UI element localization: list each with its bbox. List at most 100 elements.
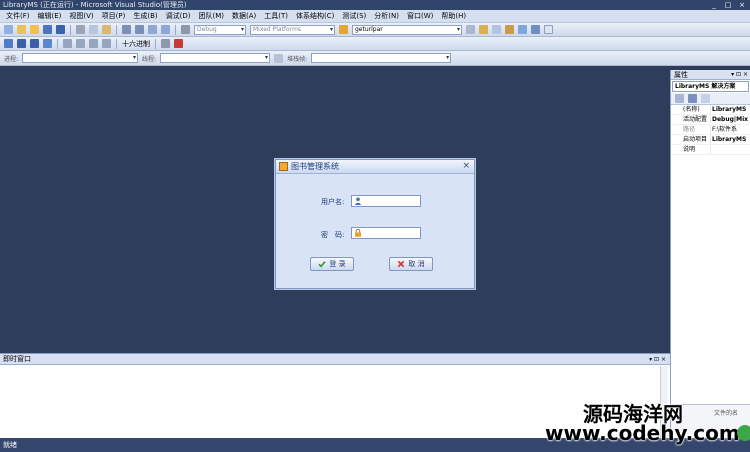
toolbar-separator <box>57 38 58 49</box>
menu-bar: 文件(F) 编辑(E) 视图(V) 项目(P) 生成(B) 调试(D) 团队(M… <box>0 10 750 23</box>
cut-icon[interactable] <box>76 25 85 34</box>
property-row[interactable]: 路径 F:\软件系 <box>671 125 750 135</box>
undo-icon[interactable] <box>122 25 131 34</box>
step-over-icon[interactable] <box>89 39 98 48</box>
username-field[interactable] <box>351 195 421 207</box>
properties-toolbar <box>671 93 750 105</box>
toolbar-separator <box>116 24 117 35</box>
copy-icon[interactable] <box>89 25 98 34</box>
thread-select[interactable]: ▾ <box>160 53 271 63</box>
cancel-icon <box>398 260 405 268</box>
password-label: 密 码: <box>321 231 345 239</box>
property-value <box>710 145 750 154</box>
add-item-icon[interactable] <box>17 25 26 34</box>
extension-manager-icon[interactable] <box>531 25 540 34</box>
solution-explorer-icon[interactable] <box>466 25 475 34</box>
menu-edit[interactable]: 编辑(E) <box>34 10 66 23</box>
chevron-down-icon: ▾ <box>329 25 333 33</box>
login-button-label: 登 录 <box>329 260 346 268</box>
solution-platform-select[interactable]: Mixed Platforms ▾ <box>250 24 335 35</box>
open-file-icon[interactable] <box>30 25 39 34</box>
redo-icon[interactable] <box>135 25 144 34</box>
property-row[interactable]: 活动配置 Debug|Mix <box>671 115 750 125</box>
find-in-files-icon[interactable] <box>339 25 348 34</box>
property-name: 说明 <box>683 146 696 153</box>
property-row[interactable]: (名称) LibraryMS <box>671 105 750 115</box>
property-value: Debug|Mix <box>710 115 748 124</box>
cancel-button[interactable]: 取 消 <box>389 257 433 271</box>
tray-badge-icon <box>737 425 750 441</box>
menu-help[interactable]: 帮助(H) <box>437 10 470 23</box>
toolbar-separator <box>70 24 71 35</box>
standard-toolbar: Debug ▾ Mixed Platforms ▾ geturlpar ▾ <box>0 23 750 37</box>
menu-analyze[interactable]: 分析(N) <box>370 10 403 23</box>
login-button[interactable]: 登 录 <box>310 257 354 271</box>
filter-icon[interactable] <box>274 53 284 63</box>
hex-toggle-button[interactable]: 十六进制 <box>122 39 150 49</box>
command-window-icon[interactable] <box>544 25 553 34</box>
menu-team[interactable]: 团队(M) <box>194 10 228 23</box>
save-all-icon[interactable] <box>56 25 65 34</box>
property-name: 活动配置 <box>683 116 708 123</box>
menu-project[interactable]: 项目(P) <box>98 10 130 23</box>
password-field[interactable] <box>351 227 421 239</box>
menu-tools[interactable]: 工具(T) <box>260 10 292 23</box>
property-description-text: 文件的名 <box>714 410 739 417</box>
menu-window[interactable]: 窗口(W) <box>403 10 437 23</box>
panel-controls[interactable]: ▾ ⊡ × <box>649 354 666 365</box>
properties-panel: 属性 ▾ ⊡ × LibraryMS 解决方案 (名称) LibraryMS 活动… <box>670 70 750 438</box>
navigate-forward-icon[interactable] <box>161 25 170 34</box>
continue-icon[interactable] <box>4 39 13 48</box>
close-icon[interactable]: × <box>462 161 470 171</box>
start-debug-icon[interactable] <box>181 25 190 34</box>
properties-window-icon[interactable] <box>479 25 488 34</box>
property-row[interactable]: 启动项目 LibraryMS <box>671 135 750 145</box>
chevron-down-icon: ▾ <box>456 25 460 33</box>
output-window-icon[interactable] <box>174 39 183 48</box>
step-into-icon[interactable] <box>76 39 85 48</box>
save-icon[interactable] <box>43 25 52 34</box>
property-value: LibraryMS <box>710 135 750 144</box>
menu-architecture[interactable]: 体系结构(C) <box>292 10 338 23</box>
menu-debug[interactable]: 调试(D) <box>162 10 195 23</box>
properties-object-select[interactable]: LibraryMS 解决方案 <box>672 81 749 92</box>
app-icon <box>279 162 288 171</box>
restart-icon[interactable] <box>43 39 52 48</box>
window-controls: _ □ × <box>710 0 746 10</box>
break-all-icon[interactable] <box>17 39 26 48</box>
start-page-icon[interactable] <box>518 25 527 34</box>
maximize-button[interactable]: □ <box>724 1 732 9</box>
menu-view[interactable]: 视图(V) <box>65 10 97 23</box>
navigate-back-icon[interactable] <box>148 25 157 34</box>
solution-config-select[interactable]: Debug ▾ <box>194 24 246 35</box>
show-next-statement-icon[interactable] <box>63 39 72 48</box>
menu-build[interactable]: 生成(B) <box>129 10 161 23</box>
new-project-icon[interactable] <box>4 25 13 34</box>
categorized-icon[interactable] <box>675 94 684 103</box>
close-button[interactable]: × <box>738 1 746 9</box>
panel-controls[interactable]: ▾ ⊡ × <box>731 70 748 80</box>
alphabetical-icon[interactable] <box>688 94 697 103</box>
debug-toolbar: 十六进制 <box>0 37 750 51</box>
menu-data[interactable]: 数据(A) <box>228 10 260 23</box>
process-label: 进程: <box>4 55 19 63</box>
find-combo[interactable]: geturlpar ▾ <box>352 24 462 35</box>
stack-frame-select[interactable]: ▾ <box>311 53 452 63</box>
properties-object-value: LibraryMS 解决方案 <box>675 83 736 90</box>
breakpoints-icon[interactable] <box>161 39 170 48</box>
menu-file[interactable]: 文件(F) <box>2 10 34 23</box>
minimize-button[interactable]: _ <box>710 1 718 9</box>
property-name: 启动项目 <box>683 136 708 143</box>
property-row[interactable]: 说明 <box>671 145 750 155</box>
menu-test[interactable]: 测试(S) <box>338 10 370 23</box>
stop-debugging-icon[interactable] <box>30 39 39 48</box>
find-combo-value: geturlpar <box>355 25 383 33</box>
chevron-down-icon: ▾ <box>265 54 269 61</box>
paste-icon[interactable] <box>102 25 111 34</box>
property-pages-icon[interactable] <box>701 94 710 103</box>
process-select[interactable]: ▾ <box>22 53 139 63</box>
toolbox-icon[interactable] <box>505 25 514 34</box>
property-value: F:\软件系 <box>710 125 750 134</box>
step-out-icon[interactable] <box>102 39 111 48</box>
object-browser-icon[interactable] <box>492 25 501 34</box>
